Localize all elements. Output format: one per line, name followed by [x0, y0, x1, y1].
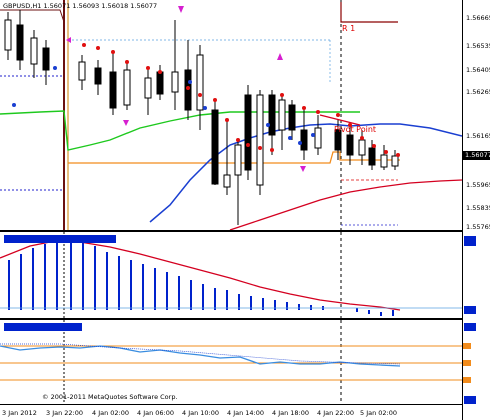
level-tag: [463, 360, 471, 366]
level-tag: [463, 343, 471, 349]
time-label: 4 Jan 14:00: [227, 409, 265, 417]
time-label: 4 Jan 22:00: [317, 409, 355, 417]
arrow-down-icon: [300, 166, 306, 172]
ma-slow-line: [229, 179, 462, 230]
time-label: 5 Jan 02:00: [360, 409, 398, 417]
histogram-bars: [8, 238, 394, 316]
time-label: 4 Jan 06:00: [137, 409, 175, 417]
time-label: 4 Jan 10:00: [182, 409, 220, 417]
price-label: 1.55765: [466, 223, 490, 231]
price-chart-pane[interactable]: GBPUSD,H1 1.56071 1.56093 1.56018 1.5607…: [0, 0, 462, 230]
price-label: 1.56535: [466, 42, 490, 50]
histogram-axis-marker: [464, 236, 476, 246]
arrow-down-icon: [178, 6, 184, 13]
current-price-label: 1.56077: [463, 151, 490, 160]
oscillator-pane[interactable]: © 2001-2011 MetaQuotes Software Corp.: [0, 320, 462, 402]
osc-signal-line: [0, 239, 401, 311]
histogram-axis-marker: [464, 306, 476, 314]
oscillator-axis-marker: [464, 396, 476, 404]
r1-label: R 1: [342, 24, 356, 33]
histogram-pane[interactable]: [0, 232, 462, 318]
indicator-label-box: [4, 235, 116, 243]
chart-title: GBPUSD,H1 1.56071 1.56093 1.56018 1.5607…: [3, 2, 158, 10]
indicator2-label-box: [4, 323, 82, 331]
r1-line: [340, 2, 398, 23]
price-label: 1.55965: [466, 181, 490, 189]
oscillator-canvas: [0, 320, 462, 402]
arrow-down-icon: [123, 120, 129, 126]
time-label: 4 Jan 02:00: [92, 409, 130, 417]
price-label: 1.56265: [466, 88, 490, 96]
time-label: 4 Jan 18:00: [272, 409, 310, 417]
oscillator-axis-marker: [464, 323, 476, 331]
time-label: 3 Jan 22:00: [46, 409, 84, 417]
price-label: 1.56665: [466, 14, 490, 22]
price-label: 1.56165: [466, 132, 490, 140]
copyright: © 2001-2011 MetaQuotes Software Corp.: [42, 393, 178, 401]
pivot-label: Pivot Point: [334, 125, 377, 134]
time-axis-line: [0, 404, 462, 405]
price-chart-canvas: [0, 0, 462, 230]
histogram-canvas: [0, 232, 462, 318]
level-tag: [463, 377, 471, 383]
arrow-up-icon: [277, 53, 283, 60]
chart-window: GBPUSD,H1 1.56071 1.56093 1.56018 1.5607…: [0, 0, 490, 420]
time-label: 3 Jan 2012: [2, 409, 37, 417]
price-label: 1.55835: [466, 204, 490, 212]
price-label: 1.56405: [466, 66, 490, 74]
